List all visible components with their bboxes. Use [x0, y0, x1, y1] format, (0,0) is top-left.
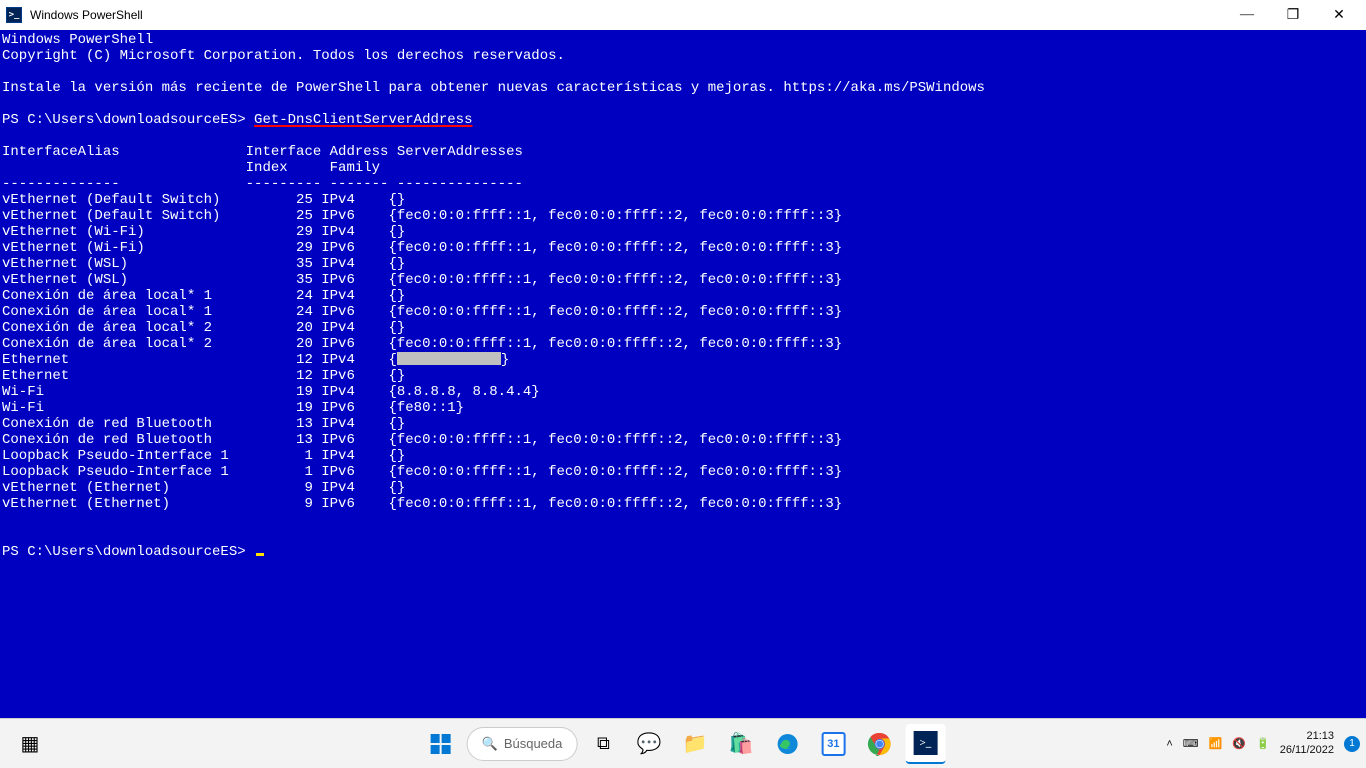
volume-icon[interactable]: 🔇	[1232, 737, 1246, 750]
powershell-window: >_ Windows PowerShell — ❐ ✕ Windows Powe…	[0, 0, 1366, 718]
wifi-icon[interactable]: 📶	[1209, 737, 1223, 750]
taskbar-center: 🔍 Búsqueda ⧉ 💬 📁 🛍️ 31 >_	[421, 724, 946, 764]
system-tray: ˄ ⌨ 📶 🔇 🔋 21:13 26/11/2022 1	[1166, 730, 1360, 756]
window-titlebar[interactable]: >_ Windows PowerShell — ❐ ✕	[0, 0, 1366, 30]
powershell-icon: >_	[6, 7, 22, 23]
minimize-button[interactable]: —	[1224, 0, 1270, 30]
maximize-button[interactable]: ❐	[1270, 0, 1316, 30]
task-view-button[interactable]: ⧉	[583, 724, 623, 764]
edge-icon	[775, 732, 799, 756]
widgets-button[interactable]: ▦	[10, 724, 50, 764]
widgets-icon: ▦	[21, 731, 40, 756]
window-title: Windows PowerShell	[30, 8, 1224, 22]
clock-time: 21:13	[1280, 730, 1334, 743]
chat-icon: 💬	[637, 731, 662, 756]
file-explorer-app[interactable]: 📁	[675, 724, 715, 764]
windows-icon	[429, 732, 453, 756]
close-button[interactable]: ✕	[1316, 0, 1362, 30]
taskbar-clock[interactable]: 21:13 26/11/2022	[1280, 730, 1334, 756]
taskbar-search[interactable]: 🔍 Búsqueda	[467, 727, 578, 761]
taskbar: ▦ 🔍 Búsqueda ⧉ 💬 📁 🛍️ 31 >_ ˄ ⌨	[0, 718, 1366, 768]
start-button[interactable]	[421, 724, 461, 764]
powershell-taskbar-icon: >_	[913, 731, 937, 755]
chrome-icon	[867, 732, 891, 756]
console-output[interactable]: Windows PowerShell Copyright (C) Microso…	[0, 30, 1366, 718]
window-controls: — ❐ ✕	[1224, 0, 1362, 30]
search-placeholder: Búsqueda	[504, 736, 563, 751]
calendar-app[interactable]: 31	[813, 724, 853, 764]
chat-app[interactable]: 💬	[629, 724, 669, 764]
search-icon: 🔍	[482, 736, 498, 752]
clock-date: 26/11/2022	[1280, 744, 1334, 757]
chrome-app[interactable]	[859, 724, 899, 764]
folder-icon: 📁	[683, 731, 708, 756]
notification-badge[interactable]: 1	[1344, 736, 1360, 752]
store-icon: 🛍️	[729, 731, 754, 756]
language-icon[interactable]: ⌨	[1183, 737, 1199, 750]
tray-overflow-icon[interactable]: ˄	[1166, 738, 1172, 750]
taskview-icon: ⧉	[597, 733, 610, 754]
battery-icon[interactable]: 🔋	[1256, 737, 1270, 750]
calendar-icon: 31	[821, 732, 845, 756]
edge-app[interactable]	[767, 724, 807, 764]
powershell-app[interactable]: >_	[905, 724, 945, 764]
microsoft-store-app[interactable]: 🛍️	[721, 724, 761, 764]
